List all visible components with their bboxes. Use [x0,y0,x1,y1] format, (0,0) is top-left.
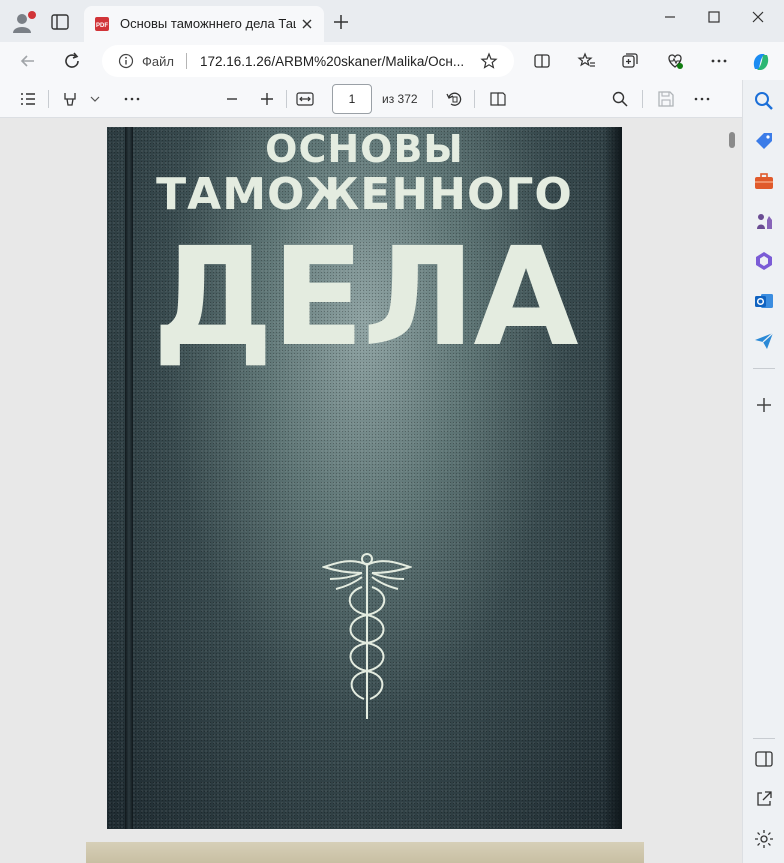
more-menu-icon[interactable] [709,51,729,71]
next-pdf-page [86,842,644,863]
outlook-icon[interactable] [753,290,775,312]
microsoft-365-icon[interactable] [753,250,775,272]
info-icon[interactable] [118,53,134,69]
open-external-icon[interactable] [753,788,775,810]
edge-sidebar [742,80,784,863]
close-window-icon[interactable] [746,8,770,26]
favorite-star-icon[interactable] [480,52,498,70]
favorites-icon[interactable] [577,51,597,71]
more-tools-icon[interactable] [122,89,142,109]
page-view-icon[interactable] [488,89,508,109]
toolbar-divider [432,90,433,108]
profile-avatar-icon[interactable] [8,9,38,35]
zoom-out-icon[interactable] [222,89,242,109]
chevron-down-icon[interactable] [88,89,102,109]
rotate-icon[interactable] [444,89,464,109]
address-row: Файл 172.16.1.26/ARBM%20skaner/Malika/Ос… [0,42,784,80]
vertical-scrollbar[interactable] [726,118,738,863]
toolbar-divider [48,90,49,108]
search-icon[interactable] [610,89,630,109]
pdf-more-icon[interactable] [692,89,712,109]
highlight-icon[interactable] [60,89,80,109]
settings-gear-icon[interactable] [753,828,775,850]
cover-title-line2: ТАМОЖЕННОГО [156,169,573,220]
hide-sidebar-icon[interactable] [753,748,775,770]
pdf-viewer[interactable]: ОСНОВЫ ТАМОЖЕННОГО ДЕЛА [0,118,742,863]
file-label: Файл [142,54,174,69]
new-tab-icon[interactable] [332,13,350,31]
games-chess-icon[interactable] [753,210,775,232]
minimize-icon[interactable] [658,8,682,26]
maximize-icon[interactable] [702,8,726,26]
shopping-tag-icon[interactable] [753,130,775,152]
page-total: из 372 [382,92,418,106]
scrollbar-thumb[interactable] [729,132,735,148]
cover-title-line1: ОСНОВЫ [265,127,464,171]
pdf-page-cover: ОСНОВЫ ТАМОЖЕННОГО ДЕЛА [107,127,622,829]
split-screen-icon[interactable] [532,51,552,71]
add-app-icon[interactable] [753,394,775,416]
browser-essentials-icon[interactable] [665,51,685,71]
toolbar-divider [286,90,287,108]
tab-title: Основы таможннего дела Ташк [120,16,296,31]
close-tab-icon[interactable] [298,15,316,33]
address-bar[interactable]: Файл 172.16.1.26/ARBM%20skaner/Malika/Ос… [102,45,514,77]
sidebar-divider [753,368,775,369]
sidebar-divider [753,738,775,739]
svg-text:PDF: PDF [96,23,108,29]
zoom-in-icon[interactable] [257,89,277,109]
active-tab[interactable]: PDF Основы таможннего дела Ташк [84,6,324,42]
url-text[interactable]: 172.16.1.26/ARBM%20skaner/Malika/Осн... [200,54,470,69]
address-divider [186,53,187,69]
tools-briefcase-icon[interactable] [753,170,775,192]
cover-title-line3: ДЕЛА [152,219,578,377]
drop-send-icon[interactable] [753,330,775,352]
page-number-input[interactable]: 1 [332,84,372,114]
tab-actions-icon[interactable] [50,13,70,31]
pdf-file-icon: PDF [94,16,110,32]
pdf-toolbar: 1 из 372 [0,80,742,118]
back-icon[interactable] [18,51,38,71]
toolbar-divider [642,90,643,108]
toolbar-divider [474,90,475,108]
fit-width-icon[interactable] [295,89,315,109]
caduceus-emblem-icon [320,547,414,722]
contents-list-icon[interactable] [18,89,38,109]
copilot-icon[interactable] [750,51,770,71]
refresh-icon[interactable] [62,51,82,71]
title-bar: PDF Основы таможннего дела Ташк [0,0,784,42]
search-icon[interactable] [753,90,775,112]
save-icon[interactable] [656,89,676,109]
collections-icon[interactable] [620,51,640,71]
